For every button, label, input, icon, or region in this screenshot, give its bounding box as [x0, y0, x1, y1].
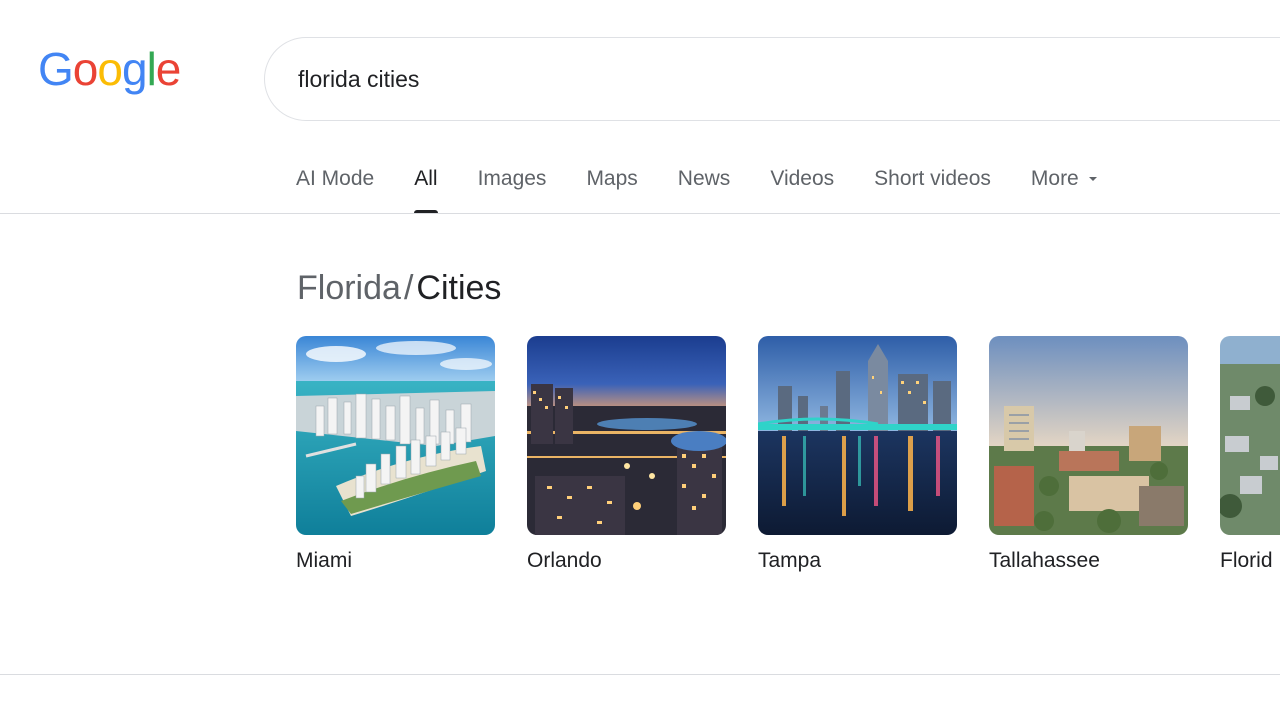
- google-logo[interactable]: Google: [38, 43, 182, 95]
- tab-label: Videos: [770, 167, 835, 190]
- section-divider: [0, 674, 1280, 675]
- search-results-page: Google AI Mode All Images Maps News Vide…: [0, 0, 1280, 720]
- city-card-miami[interactable]: Miami: [296, 336, 495, 573]
- tab-short-videos[interactable]: Short videos: [874, 164, 991, 214]
- tab-label: Images: [477, 167, 547, 190]
- search-input[interactable]: [298, 64, 1198, 94]
- city-card-orlando[interactable]: Orlando: [527, 336, 726, 573]
- breadcrumb-separator: /: [403, 269, 414, 307]
- city-image[interactable]: [1220, 336, 1280, 535]
- city-card-partial[interactable]: Florid: [1220, 336, 1280, 573]
- tab-label: All: [414, 167, 438, 190]
- tab-videos[interactable]: Videos: [770, 164, 834, 214]
- tab-more[interactable]: More: [1031, 164, 1097, 214]
- breadcrumb-parent[interactable]: Florida: [297, 269, 401, 307]
- city-card-tallahassee[interactable]: Tallahassee: [989, 336, 1188, 573]
- city-image[interactable]: [527, 336, 726, 535]
- logo-letter: g: [121, 43, 148, 95]
- city-name[interactable]: Miami: [296, 549, 495, 573]
- tab-label: AI Mode: [296, 167, 375, 190]
- city-name[interactable]: Tallahassee: [989, 549, 1188, 573]
- header-divider: [0, 213, 1280, 214]
- tab-label: Maps: [586, 167, 638, 190]
- tab-images[interactable]: Images: [478, 164, 547, 214]
- city-image[interactable]: [296, 336, 495, 535]
- tab-news[interactable]: News: [678, 164, 731, 214]
- city-name[interactable]: Orlando: [527, 549, 726, 573]
- city-image[interactable]: [758, 336, 957, 535]
- breadcrumb-current: Cities: [416, 269, 502, 307]
- tab-maps[interactable]: Maps: [586, 164, 637, 214]
- tab-all[interactable]: All: [414, 164, 438, 214]
- logo-letter: l: [146, 43, 157, 95]
- search-box[interactable]: [264, 37, 1280, 121]
- tab-label: News: [677, 167, 731, 190]
- city-card-tampa[interactable]: Tampa: [758, 336, 957, 573]
- logo-letter: o: [97, 43, 123, 95]
- logo-letter: o: [72, 43, 99, 95]
- city-image[interactable]: [989, 336, 1188, 535]
- logo-letter: G: [38, 43, 74, 95]
- city-name[interactable]: Tampa: [758, 549, 957, 573]
- breadcrumb: Florida/Cities: [297, 268, 501, 308]
- logo-letter: e: [155, 43, 182, 95]
- search-tabs: AI Mode All Images Maps News Videos Shor…: [296, 164, 1137, 214]
- tab-label: More: [1030, 167, 1079, 190]
- caret-down-icon: [1088, 177, 1097, 181]
- tab-label: Short videos: [874, 167, 991, 190]
- city-name[interactable]: Florid: [1220, 549, 1280, 573]
- tab-ai-mode[interactable]: AI Mode: [296, 164, 374, 214]
